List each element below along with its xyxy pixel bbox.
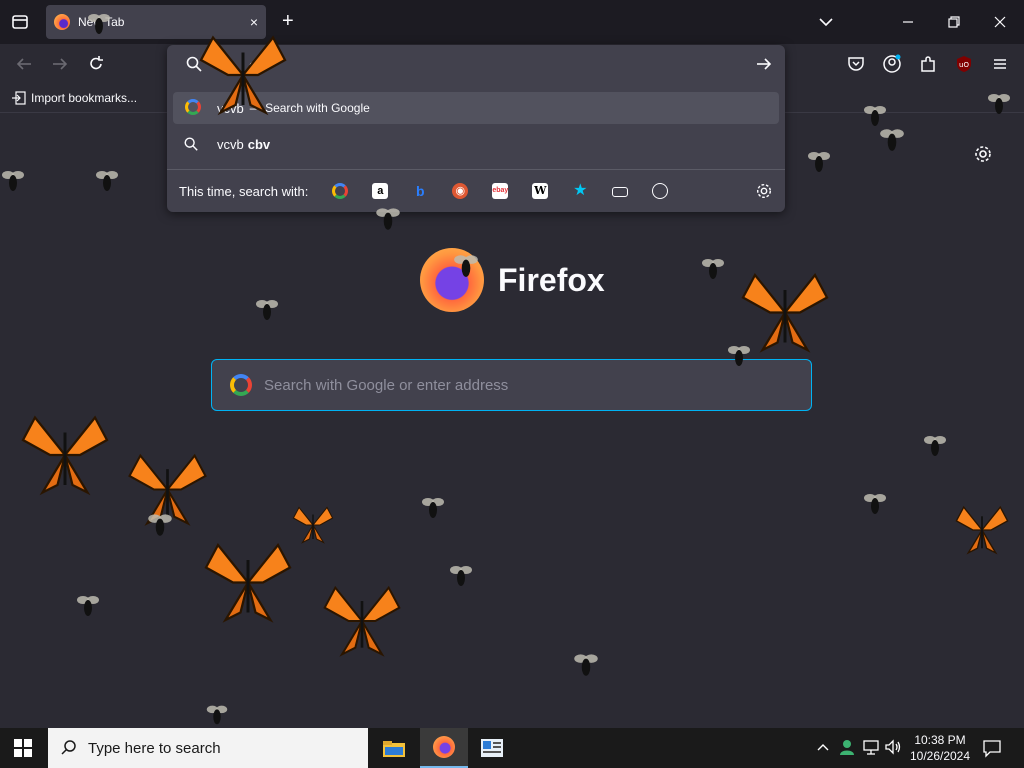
bee-icon (96, 171, 118, 191)
go-arrow-icon[interactable] (755, 55, 773, 73)
tray-chevron-up-icon[interactable] (816, 740, 830, 754)
butterfly-icon (199, 35, 287, 116)
search-settings-gear-icon[interactable] (755, 182, 773, 200)
reload-icon[interactable] (85, 53, 107, 75)
firefox-wordmark: Firefox (498, 262, 605, 298)
tab-strip: New Tab × + (0, 0, 1024, 44)
bee-icon (808, 152, 830, 172)
bee-icon (728, 346, 750, 366)
close-window-icon[interactable] (990, 12, 1010, 32)
firefox-taskbar-icon[interactable] (420, 728, 468, 768)
restore-icon[interactable] (944, 12, 964, 32)
notifications-icon[interactable] (982, 738, 1002, 758)
bee-icon (864, 494, 886, 514)
bookmarks-star-icon[interactable]: ★ (572, 183, 588, 199)
pocket-icon[interactable] (845, 53, 867, 75)
user-status-icon[interactable] (838, 738, 856, 756)
minimize-icon[interactable] (898, 12, 918, 32)
wikipedia-icon[interactable]: W (532, 183, 549, 199)
bee-icon (256, 300, 278, 320)
bee-icon (924, 436, 946, 456)
butterfly-icon (204, 542, 292, 623)
bee-icon (77, 596, 99, 616)
bee-icon (148, 514, 172, 536)
clock-time: 10:38 PM (914, 733, 966, 747)
bee-icon (574, 654, 598, 676)
google-icon[interactable] (332, 183, 349, 199)
list-all-tabs-icon[interactable] (10, 12, 30, 32)
butterfly-icon (292, 506, 334, 544)
windows-start-icon[interactable] (14, 739, 32, 757)
bee-icon (206, 705, 228, 725)
network-icon[interactable] (862, 738, 880, 756)
bee-icon (702, 259, 724, 279)
bee-icon (88, 14, 110, 34)
import-icon (12, 91, 26, 105)
ebay-icon[interactable]: ebay (492, 183, 509, 199)
history-icon[interactable] (652, 183, 669, 199)
butterfly-icon (323, 585, 401, 657)
news-app-icon[interactable] (468, 728, 516, 768)
firefox-favicon-icon (54, 14, 70, 30)
suggestion-bold-text: cbv (247, 136, 271, 152)
bee-icon (450, 566, 472, 586)
tabs-icon[interactable] (612, 187, 629, 197)
butterfly-icon (955, 505, 1009, 555)
svg-text:uO: uO (959, 61, 969, 69)
newtab-search-field[interactable]: Search with Google or enter address (211, 359, 812, 411)
volume-icon[interactable] (884, 738, 902, 756)
search-icon (183, 136, 203, 152)
google-icon (230, 374, 252, 396)
suggestion-row-vcvb-cbv[interactable]: vcvb cbv (173, 128, 779, 160)
suggestion-text: vcvb (217, 136, 244, 152)
extensions-puzzle-icon[interactable] (917, 53, 939, 75)
bing-icon[interactable]: b (412, 183, 428, 199)
taskbar-search-placeholder: Type here to search (88, 739, 221, 757)
forward-arrow-icon[interactable] (49, 53, 71, 75)
bee-icon (376, 208, 400, 230)
taskbar-search-field[interactable]: Type here to search (48, 728, 368, 768)
app-menu-hamburger-icon[interactable] (989, 53, 1011, 75)
amazon-icon[interactable]: a (372, 183, 389, 199)
search-icon (61, 740, 76, 755)
file-explorer-icon[interactable] (370, 728, 418, 768)
butterfly-icon (21, 415, 109, 496)
search-with-label: This time, search with: (179, 183, 309, 199)
customize-newtab-gear-icon[interactable] (973, 144, 993, 164)
bee-icon (880, 129, 904, 151)
tab-overflow-chevron-icon[interactable] (816, 12, 836, 32)
import-bookmarks-button[interactable]: Import bookmarks... (12, 91, 137, 105)
newtab-search-placeholder: Search with Google or enter address (264, 376, 509, 394)
bee-icon (422, 498, 444, 518)
clock-date: 10/26/2024 (909, 749, 971, 763)
one-off-search-engines: This time, search with: a b ◉ ebay W ★ (167, 169, 785, 212)
windows-taskbar: Type here to search 10:38 PM 10/26/2024 (0, 728, 1024, 768)
duckduckgo-icon[interactable]: ◉ (452, 183, 469, 199)
taskbar-clock[interactable]: 10:38 PM 10/26/2024 (904, 732, 976, 764)
ublock-origin-icon[interactable]: uO (953, 53, 975, 75)
import-bookmarks-label: Import bookmarks... (31, 91, 138, 105)
account-icon[interactable] (881, 53, 903, 75)
bee-icon (988, 94, 1010, 114)
bee-icon (454, 255, 478, 277)
back-arrow-icon[interactable] (13, 53, 35, 75)
bee-icon (2, 171, 24, 191)
